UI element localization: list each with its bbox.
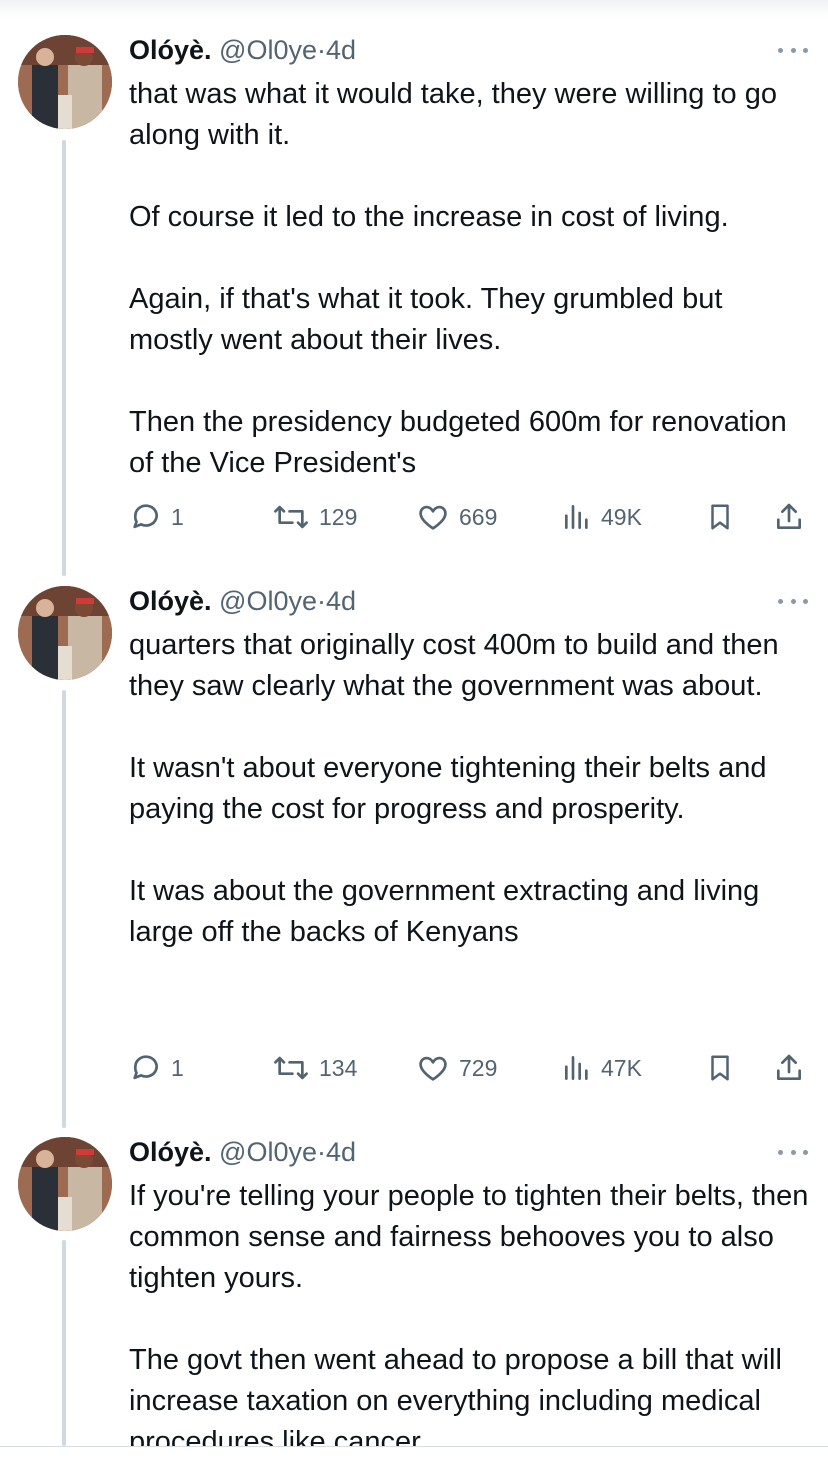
retweet-count: 134 (319, 1054, 358, 1081)
top-edge (0, 0, 828, 18)
tweet-time[interactable]: 4d (326, 586, 356, 616)
author-handle[interactable]: @Ol0ye (219, 1137, 317, 1167)
tweet-header: Olóyè. @Ol0ye·4d (129, 586, 809, 618)
separator-dot: · (317, 1137, 326, 1167)
retweet-icon (274, 505, 308, 529)
bottom-edge (0, 1446, 828, 1465)
tweet-time[interactable]: 4d (326, 35, 356, 65)
retweet-button[interactable]: 129 (271, 497, 357, 537)
avatar[interactable] (18, 35, 112, 129)
share-button[interactable] (773, 497, 805, 537)
like-icon (419, 1056, 447, 1081)
reply-icon (133, 1055, 158, 1080)
views-icon (565, 505, 588, 529)
views-count: 49K (601, 503, 642, 530)
tweet-text: that was what it would take, they were w… (129, 74, 809, 484)
more-icon[interactable] (778, 41, 808, 59)
retweet-button[interactable]: 134 (271, 1048, 357, 1088)
author-name[interactable]: Olóyè. (129, 35, 212, 65)
bookmark-icon (711, 1055, 729, 1081)
avatar-image (18, 1137, 112, 1231)
thread-line (62, 690, 66, 1128)
avatar-image (18, 586, 112, 680)
like-count: 729 (459, 1054, 498, 1081)
reply-button[interactable]: 1 (129, 497, 184, 537)
like-count: 669 (459, 503, 498, 530)
views-icon (565, 1056, 588, 1080)
views-count: 47K (601, 1054, 642, 1081)
bookmark-button[interactable] (705, 1048, 735, 1088)
avatar-image (18, 35, 112, 129)
tweet-text: quarters that originally cost 400m to bu… (129, 625, 809, 953)
tweet-paragraph: It wasn't about everyone tightening thei… (129, 752, 767, 825)
tweet-content: Olóyè. @Ol0ye·4d that was what it would … (129, 35, 809, 484)
views-button[interactable]: 49K (561, 497, 642, 537)
reply-count: 1 (171, 1054, 184, 1081)
author-name[interactable]: Olóyè. (129, 586, 212, 616)
tweet-actions: 1 129 669 49K (129, 497, 809, 537)
thread-line (62, 140, 66, 576)
avatar[interactable] (18, 1137, 112, 1231)
tweet-paragraph: Of course it led to the increase in cost… (129, 201, 729, 233)
author-handle[interactable]: @Ol0ye (219, 35, 317, 65)
like-icon (419, 505, 447, 530)
more-icon[interactable] (778, 592, 808, 610)
share-icon (777, 503, 801, 529)
separator-dot: · (317, 586, 326, 616)
tweet-paragraph: Then the presidency budgeted 600m for re… (129, 406, 787, 479)
tweet-paragraph: Again, if that's what it took. They grum… (129, 283, 723, 356)
retweet-count: 129 (319, 503, 358, 530)
retweet-icon (274, 1056, 308, 1080)
reply-count: 1 (171, 503, 184, 530)
tweet-paragraph: If you're telling your people to tighten… (129, 1180, 809, 1294)
tweet-actions: 1 134 729 47K (129, 1048, 809, 1088)
tweet-paragraph: It was about the government extracting a… (129, 875, 760, 948)
tweet-paragraph: that was what it would take, they were w… (129, 78, 777, 151)
tweet-header: Olóyè. @Ol0ye·4d (129, 1137, 809, 1169)
more-icon[interactable] (778, 1143, 808, 1161)
like-button[interactable]: 729 (415, 1048, 497, 1088)
tweet-time[interactable]: 4d (326, 1137, 356, 1167)
bookmark-icon (711, 504, 729, 530)
tweet-header: Olóyè. @Ol0ye·4d (129, 35, 809, 67)
share-icon (777, 1054, 801, 1080)
like-button[interactable]: 669 (415, 497, 497, 537)
avatar[interactable] (18, 586, 112, 680)
tweet[interactable]: Olóyè. @Ol0ye·4d If you're telling your … (0, 1137, 828, 1446)
share-button[interactable] (773, 1048, 805, 1088)
tweet-paragraph: The govt then went ahead to propose a bi… (129, 1344, 782, 1446)
reply-icon (133, 504, 158, 529)
tweet-text: If you're telling your people to tighten… (129, 1176, 809, 1446)
tweet-paragraph: quarters that originally cost 400m to bu… (129, 629, 779, 702)
bookmark-button[interactable] (705, 497, 735, 537)
separator-dot: · (317, 35, 326, 65)
author-name[interactable]: Olóyè. (129, 1137, 212, 1167)
tweet-content: Olóyè. @Ol0ye·4d If you're telling your … (129, 1137, 809, 1446)
reply-button[interactable]: 1 (129, 1048, 184, 1088)
author-handle[interactable]: @Ol0ye (219, 586, 317, 616)
tweet-content: Olóyè. @Ol0ye·4d quarters that originall… (129, 586, 809, 953)
views-button[interactable]: 47K (561, 1048, 642, 1088)
